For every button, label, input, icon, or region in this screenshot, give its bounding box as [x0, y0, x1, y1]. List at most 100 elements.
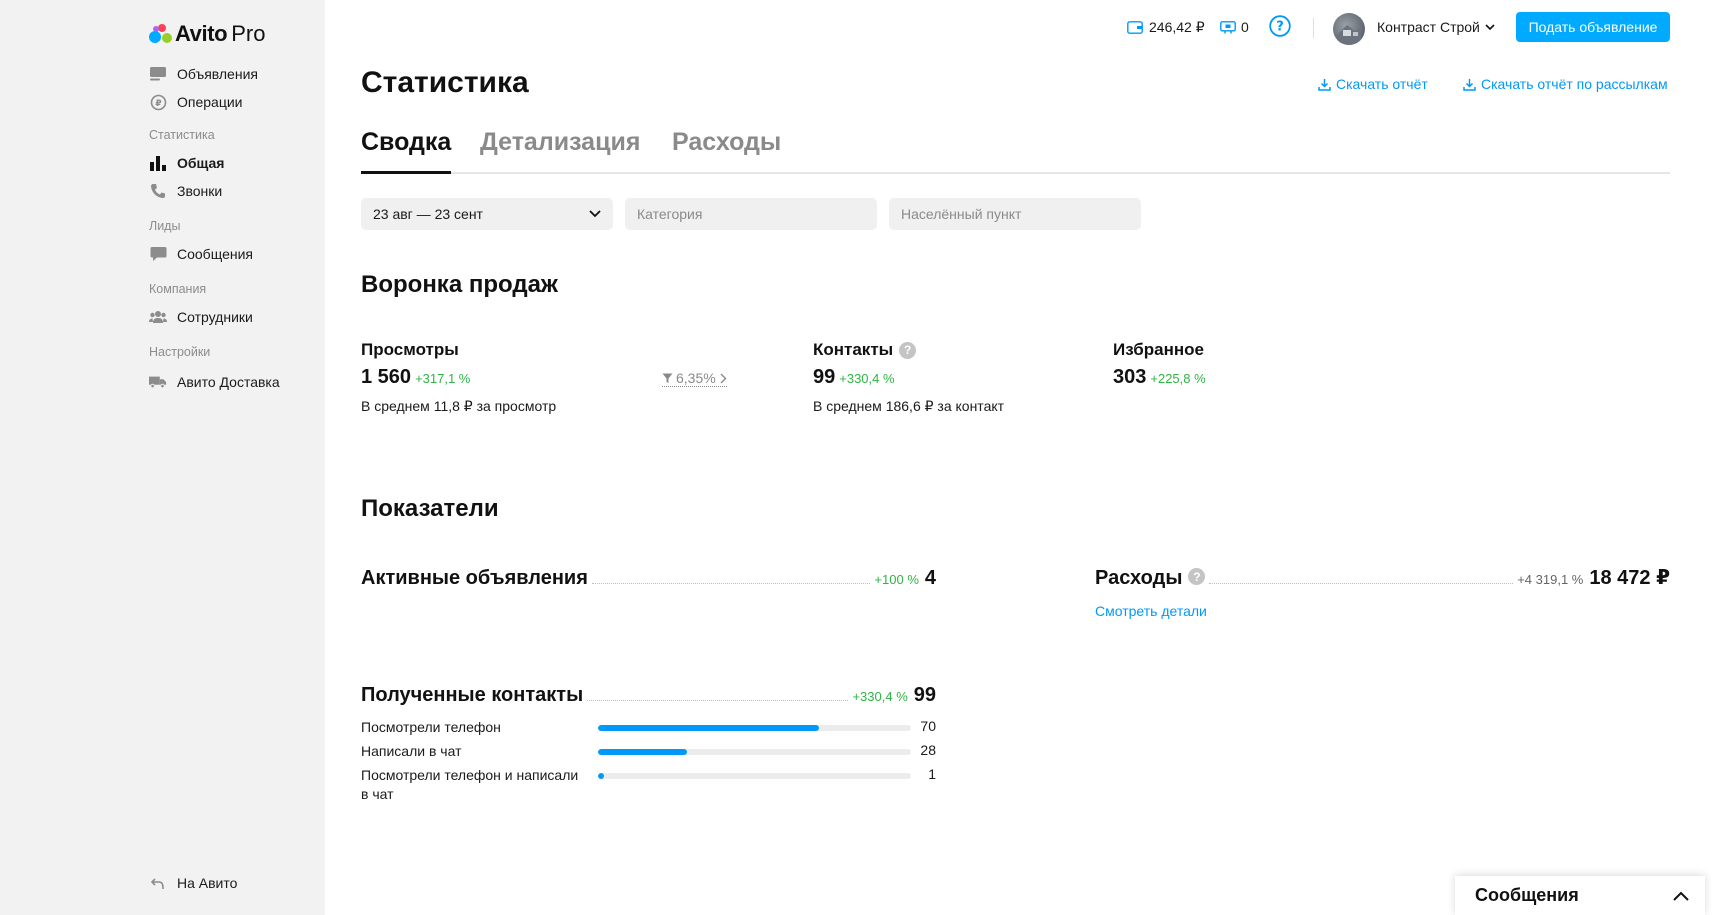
active-ads-label: Активные объявления: [361, 567, 588, 589]
received-contacts-value: 99: [913, 684, 936, 706]
truck-icon: [149, 373, 167, 391]
conversion-rate[interactable]: 6,35%: [662, 370, 727, 387]
sidebar-item-listings[interactable]: Объявления: [149, 63, 258, 85]
sidebar-item-messages[interactable]: Сообщения: [149, 243, 253, 265]
city-filter[interactable]: Населённый пункт: [889, 198, 1141, 230]
category-filter[interactable]: Категория: [625, 198, 877, 230]
contacts-number: 99: [813, 366, 836, 388]
favorites-label-text: Избранное: [1113, 340, 1204, 359]
sidebar-item-label: Объявления: [177, 66, 258, 82]
favorites-number: 303: [1113, 366, 1147, 388]
dotted-leader: [591, 583, 871, 584]
download-report-label: Скачать отчёт: [1336, 76, 1428, 92]
help-icon[interactable]: ?: [899, 341, 917, 359]
sidebar-item-calls[interactable]: Звонки: [149, 180, 222, 202]
chevron-down-icon: [589, 210, 601, 218]
sidebar-item-label: Звонки: [177, 183, 223, 199]
download-icon: [1463, 78, 1476, 91]
expenses-delta: +4 319,1 %: [1517, 572, 1584, 587]
chevron-up-icon[interactable]: [1673, 891, 1689, 901]
contacts-value: 99 +330,4 %: [813, 366, 895, 389]
expenses-details-link[interactable]: Смотреть детали: [1095, 603, 1207, 619]
active-ads-row: Активные объявления +100 % 4: [361, 564, 936, 590]
operations-icon: ₽: [149, 93, 167, 111]
chevron-down-icon: [1485, 23, 1495, 31]
sidebar-item-label: Авито Доставка: [177, 374, 280, 390]
stats-tabs: Сводка Детализация Расходы: [361, 126, 1670, 174]
breakdown-value: 1: [928, 766, 936, 782]
page-title: Статистика: [361, 66, 529, 99]
breakdown-bar-track: [598, 749, 911, 755]
breakdown-label: Посмотрели телефон: [361, 719, 501, 735]
views-label: Просмотры: [361, 340, 459, 360]
contacts-breakdown-row: Посмотрели телефон и написали в чат 1: [361, 766, 936, 806]
post-ad-button[interactable]: Подать объявление: [1516, 12, 1670, 42]
nav-section-statistics: Статистика: [149, 128, 215, 142]
favorites-label: Избранное: [1113, 340, 1204, 360]
views-average: В среднем 11,8 ₽ за просмотр: [361, 398, 557, 414]
breakdown-bar-fill: [598, 773, 605, 779]
account-menu[interactable]: Контраст Строй: [1377, 16, 1495, 38]
tab-summary[interactable]: Сводка: [361, 128, 452, 174]
contacts-breakdown-row: Посмотрели телефон 70: [361, 718, 936, 738]
contacts-row: Полученные контакты +330,4 % 99: [361, 681, 936, 707]
contacts-breakdown-row: Написали в чат 28: [361, 742, 936, 762]
sidebar-item-employees[interactable]: Сотрудники: [149, 306, 253, 328]
breakdown-bar-fill: [598, 725, 820, 731]
back-to-avito-link[interactable]: На Авито: [149, 872, 237, 894]
svg-text:₽: ₽: [155, 99, 161, 109]
avito-pro-logo[interactable]: Avito Pro: [149, 21, 265, 47]
sidebar: Avito Pro Объявления ₽ Операции Статисти…: [0, 0, 325, 915]
messages-panel-title: Сообщения: [1475, 885, 1579, 905]
help-icon[interactable]: ?: [1188, 568, 1206, 585]
sidebar-item-avito-delivery[interactable]: Авито Доставка: [149, 371, 280, 393]
breakdown-bar-fill: [598, 749, 687, 755]
sidebar-item-label: Сообщения: [177, 246, 253, 262]
contacts-label-text: Контакты: [813, 340, 894, 359]
period-value: 23 авг — 23 сент: [373, 206, 483, 222]
tab-expenses[interactable]: Расходы: [672, 128, 781, 174]
favorites-value: 303 +225,8 %: [1113, 366, 1206, 389]
sidebar-item-label: Операции: [177, 94, 243, 110]
views-label-text: Просмотры: [361, 340, 459, 359]
chevron-right-icon: [720, 373, 727, 383]
views-number: 1 560: [361, 366, 412, 388]
sidebar-item-general[interactable]: Общая: [149, 152, 224, 174]
nav-section-company: Компания: [149, 282, 207, 296]
messages-panel[interactable]: Сообщения: [1455, 876, 1705, 915]
account-avatar[interactable]: [1333, 13, 1365, 45]
period-select[interactable]: 23 авг — 23 сент: [361, 198, 613, 230]
sidebar-item-label: Общая: [177, 155, 225, 171]
sidebar-item-operations[interactable]: ₽ Операции: [149, 91, 243, 113]
download-mailing-report-label: Скачать отчёт по рассылкам: [1481, 76, 1668, 92]
breakdown-value: 70: [920, 718, 936, 734]
received-contacts-delta: +330,4 %: [852, 689, 908, 704]
logo-main-text: Avito: [175, 21, 228, 46]
download-mailing-report-link[interactable]: Скачать отчёт по рассылкам: [1463, 76, 1668, 92]
tab-details[interactable]: Детализация: [480, 128, 640, 174]
active-ads-value: 4: [924, 567, 936, 589]
wallet-balance[interactable]: 246,42 ₽: [1127, 16, 1205, 38]
logo-pro-text: Pro: [231, 21, 266, 46]
views-value: 1 560 +317,1 %: [361, 366, 470, 389]
users-icon: [149, 308, 167, 326]
expenses-value: 18 472 ₽: [1589, 567, 1670, 589]
breakdown-value: 28: [920, 742, 936, 758]
download-icon: [1318, 78, 1331, 91]
back-link-label: На Авито: [177, 875, 238, 891]
contacts-label: Контакты ?: [813, 340, 917, 360]
wallet-icon: [1127, 20, 1143, 34]
promo-icon: [1220, 20, 1236, 34]
nav-section-leads: Лиды: [149, 219, 181, 233]
dotted-leader: [1209, 583, 1514, 584]
dotted-leader: [587, 700, 849, 701]
promo-counter[interactable]: 0: [1220, 16, 1249, 38]
indicators-title: Показатели: [361, 495, 499, 522]
avito-logo-icon: [149, 23, 173, 45]
question-icon: ?: [1269, 15, 1291, 37]
help-button[interactable]: ?: [1269, 15, 1291, 37]
expenses-row: Расходы ? +4 319,1 % 18 472 ₽: [1095, 564, 1670, 590]
download-report-link[interactable]: Скачать отчёт: [1318, 76, 1428, 92]
contacts-average: В среднем 186,6 ₽ за контакт: [813, 398, 1005, 414]
views-delta: +317,1 %: [415, 371, 471, 386]
